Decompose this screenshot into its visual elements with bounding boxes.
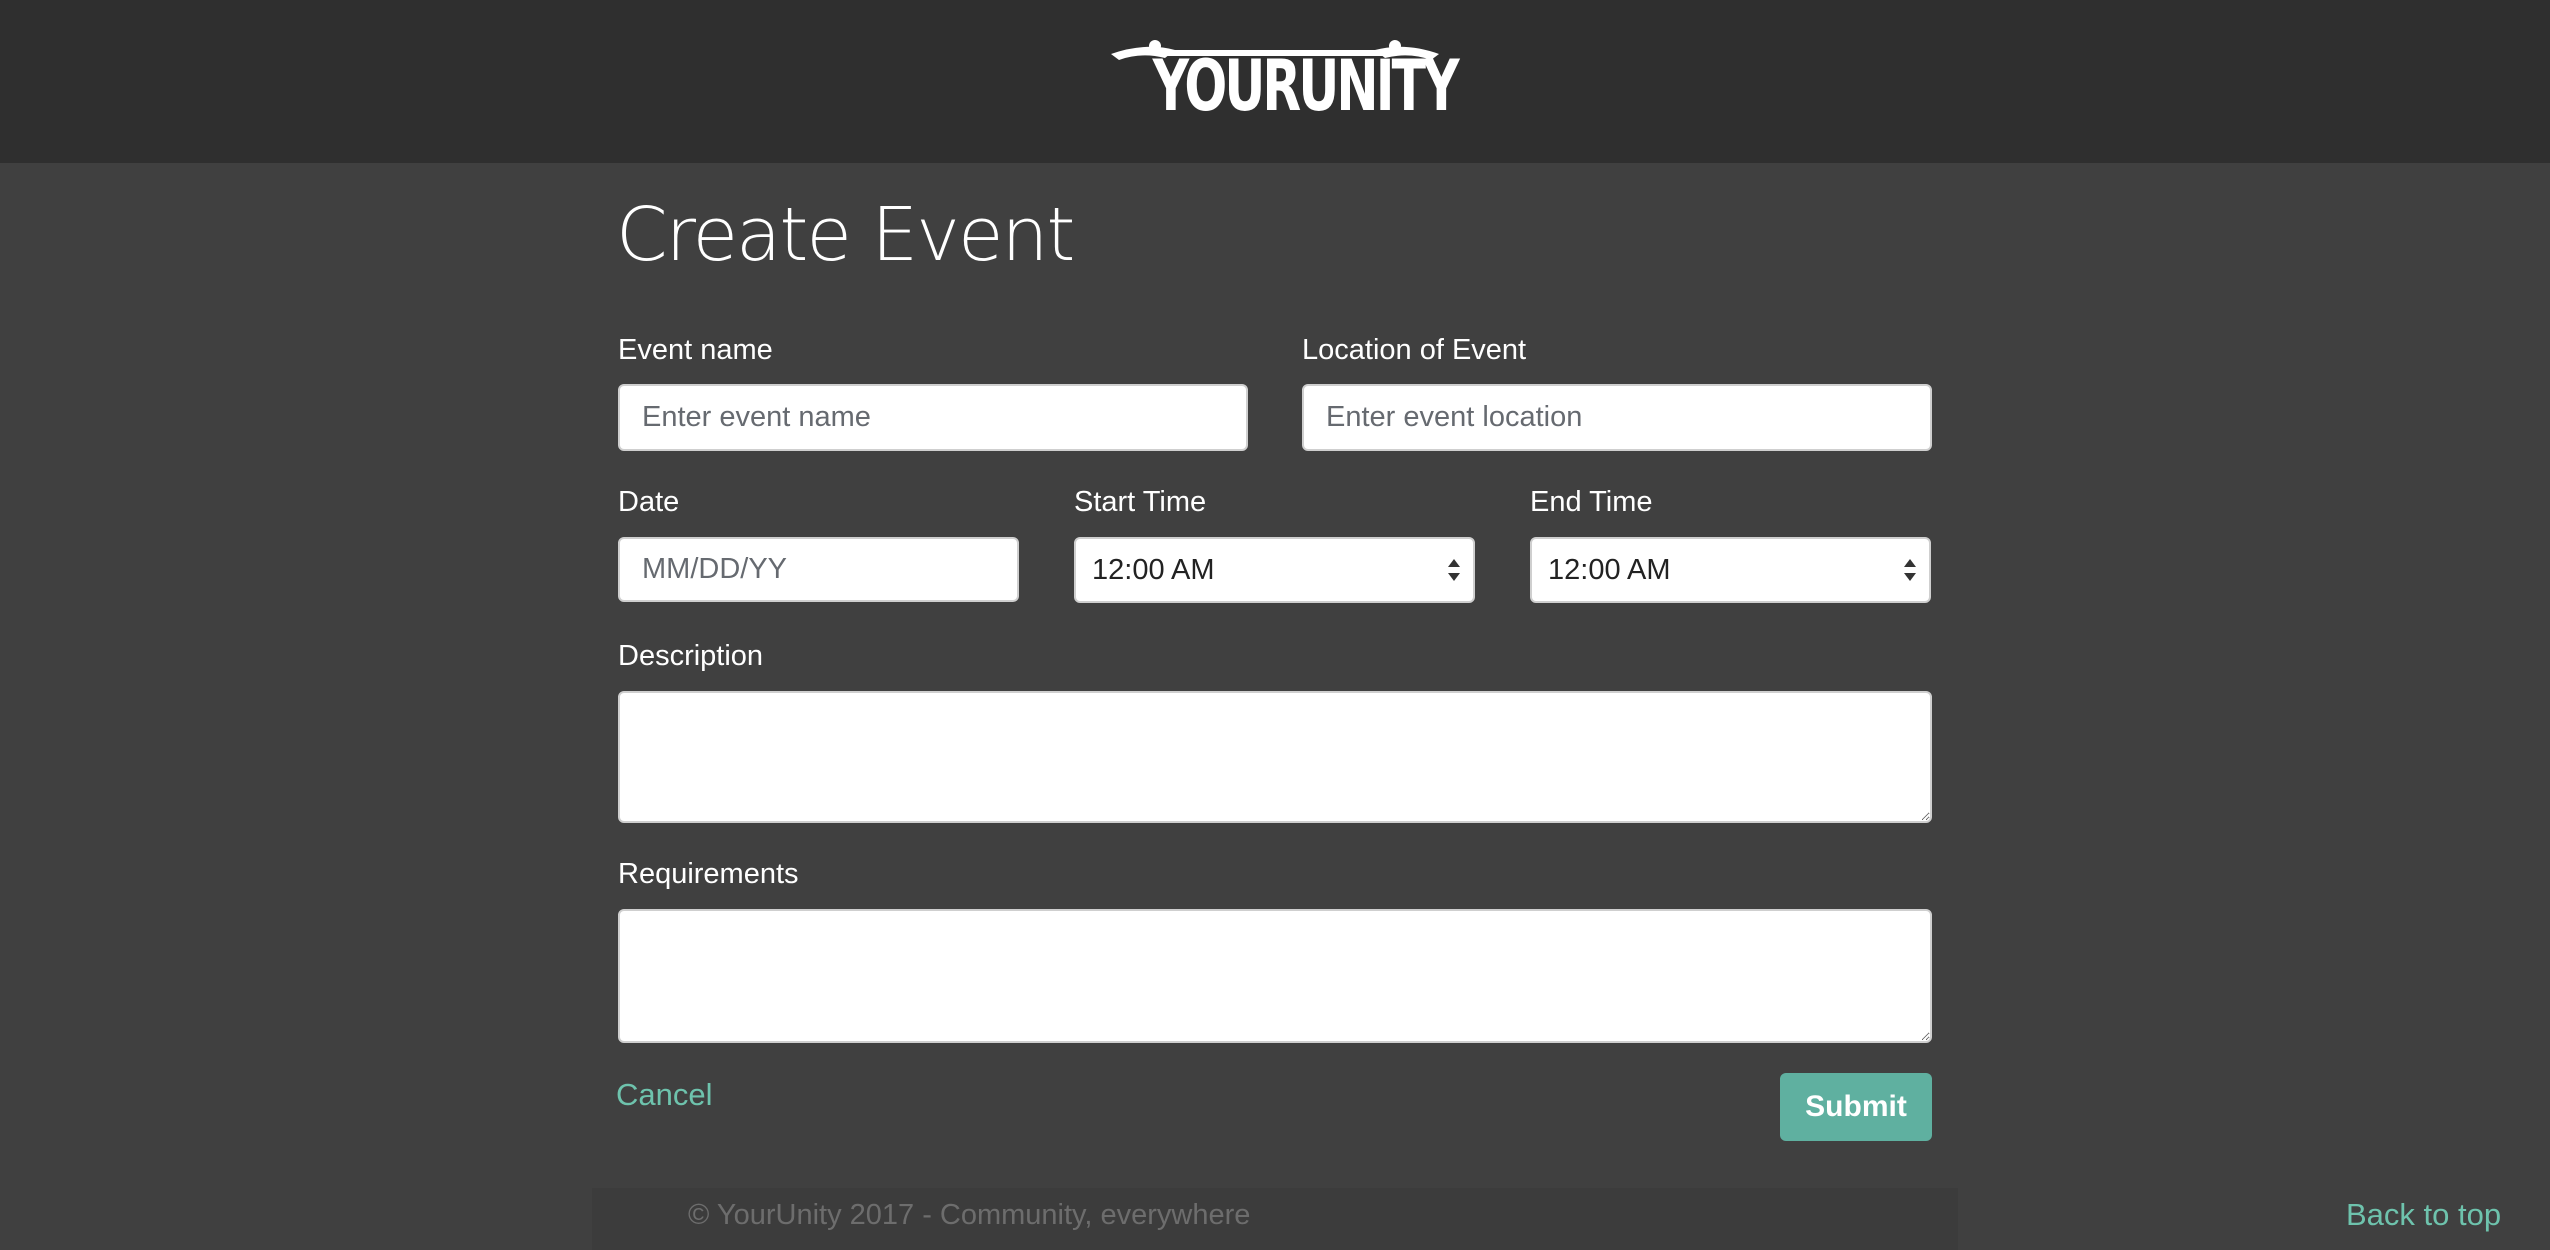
start-time-label: Start Time	[1074, 486, 1207, 518]
back-to-top-link[interactable]: Back to top	[2346, 1195, 2501, 1235]
description-textarea[interactable]	[618, 691, 1932, 823]
submit-button[interactable]: Submit	[1780, 1073, 1932, 1141]
end-time-value: 12:00 AM	[1548, 554, 1671, 586]
site-header: YOURUNITY	[0, 0, 2550, 163]
logo-text: YOURUNITY	[1152, 45, 1460, 127]
end-time-select[interactable]: 12:00 AM	[1530, 537, 1931, 603]
cancel-link[interactable]: Cancel	[616, 1075, 713, 1115]
start-time-select[interactable]: 12:00 AM	[1074, 537, 1475, 603]
updown-chevrons-icon	[1448, 559, 1460, 581]
description-label: Description	[618, 640, 764, 672]
location-label: Location of Event	[1302, 334, 1527, 366]
event-name-label: Event name	[618, 334, 773, 366]
yourunity-logo[interactable]: YOURUNITY	[1105, 36, 1460, 127]
requirements-label: Requirements	[618, 858, 799, 890]
event-name-input[interactable]	[618, 384, 1248, 451]
footer-copyright: © YourUnity 2017 - Community, everywhere	[688, 1199, 1251, 1231]
date-input[interactable]	[618, 537, 1019, 602]
date-label: Date	[618, 486, 680, 518]
page-title: Create Event	[616, 192, 1075, 278]
end-time-label: End Time	[1530, 486, 1653, 518]
requirements-textarea[interactable]	[618, 909, 1932, 1043]
start-time-value: 12:00 AM	[1092, 554, 1215, 586]
location-input[interactable]	[1302, 384, 1932, 451]
updown-chevrons-icon	[1904, 559, 1916, 581]
